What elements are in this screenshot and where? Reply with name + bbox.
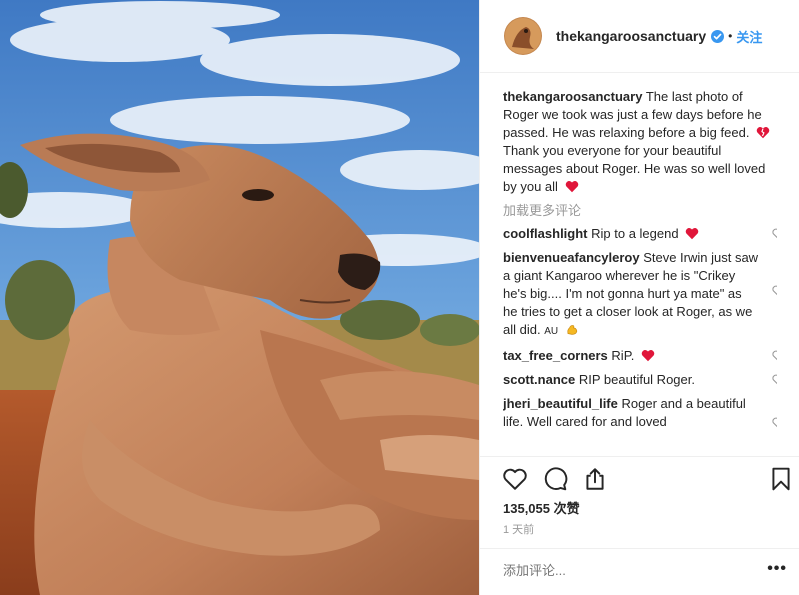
kangaroo-photo bbox=[0, 0, 479, 595]
post-header: thekangaroosanctuary • 关注 bbox=[480, 0, 799, 73]
comments-list[interactable]: thekangaroosanctuary The last photo of R… bbox=[503, 88, 777, 456]
likes-number: 135,055 bbox=[503, 501, 550, 516]
comment-username[interactable]: jheri_beautiful_life bbox=[503, 396, 618, 411]
likes-label: 次赞 bbox=[553, 501, 580, 516]
caption-username[interactable]: thekangaroosanctuary bbox=[503, 89, 642, 104]
comment-text: RiP. bbox=[611, 348, 635, 363]
comment-like-heart-icon[interactable] bbox=[772, 350, 777, 362]
avatar[interactable] bbox=[504, 17, 542, 55]
comment-item: bienvenueafancyleroy Steve Irwin just sa… bbox=[503, 249, 777, 341]
follow-button[interactable]: 关注 bbox=[736, 27, 762, 46]
header-username[interactable]: thekangaroosanctuary bbox=[556, 28, 706, 44]
speech-bubble-icon[interactable] bbox=[542, 466, 568, 492]
comment-country-tag: AU bbox=[544, 326, 559, 337]
comment-item: coolflashlight Rip to a legend bbox=[503, 225, 777, 243]
red-heart-emoji-icon bbox=[641, 350, 655, 362]
comment-username[interactable]: coolflashlight bbox=[503, 226, 588, 241]
red-heart-emoji-icon bbox=[565, 181, 578, 193]
avatar-image bbox=[504, 17, 542, 55]
bookmark-icon[interactable] bbox=[768, 466, 794, 492]
comment-text: RIP beautiful Roger. bbox=[578, 372, 695, 387]
broken-heart-emoji-icon bbox=[756, 127, 770, 139]
header-separator: • bbox=[728, 29, 733, 43]
red-heart-emoji-icon bbox=[685, 228, 699, 240]
comment-text: Rip to a legend bbox=[591, 226, 679, 241]
comment-like-heart-icon[interactable] bbox=[772, 285, 777, 297]
instagram-post: thekangaroosanctuary • 关注 thekangaroosan… bbox=[0, 0, 799, 595]
caption-text-2: Thank you everyone for your beautiful me… bbox=[503, 143, 766, 194]
verified-badge-icon bbox=[711, 29, 725, 43]
comment-like-heart-icon[interactable] bbox=[772, 228, 777, 240]
load-more-comments[interactable]: 加载更多评论 bbox=[503, 202, 777, 220]
heart-outline-icon[interactable] bbox=[502, 466, 528, 492]
flexed-biceps-emoji-icon bbox=[567, 325, 577, 335]
comment-item: tax_free_corners RiP. bbox=[503, 347, 777, 365]
add-comment-input[interactable] bbox=[503, 563, 733, 578]
post-photo[interactable] bbox=[0, 0, 479, 595]
comment-username[interactable]: scott.nance bbox=[503, 372, 575, 387]
post-side-panel: thekangaroosanctuary • 关注 thekangaroosan… bbox=[479, 0, 799, 595]
post-timestamp[interactable]: 1 天前 bbox=[503, 521, 534, 537]
comment-like-heart-icon[interactable] bbox=[772, 374, 777, 386]
more-options-icon[interactable]: ••• bbox=[767, 560, 787, 578]
likes-count[interactable]: 135,055 次赞 bbox=[503, 498, 580, 517]
comment-item: jheri_beautiful_life Roger and a beautif… bbox=[503, 395, 777, 431]
comment-username[interactable]: bienvenueafancyleroy bbox=[503, 250, 640, 265]
comment-item: scott.nance RIP beautiful Roger. bbox=[503, 371, 777, 389]
share-icon[interactable] bbox=[582, 466, 608, 492]
comment-username[interactable]: tax_free_corners bbox=[503, 348, 608, 363]
comment-like-heart-icon[interactable] bbox=[772, 417, 777, 429]
post-caption: thekangaroosanctuary The last photo of R… bbox=[503, 88, 777, 196]
add-comment-bar: ••• bbox=[480, 548, 799, 595]
action-bar bbox=[480, 456, 799, 497]
